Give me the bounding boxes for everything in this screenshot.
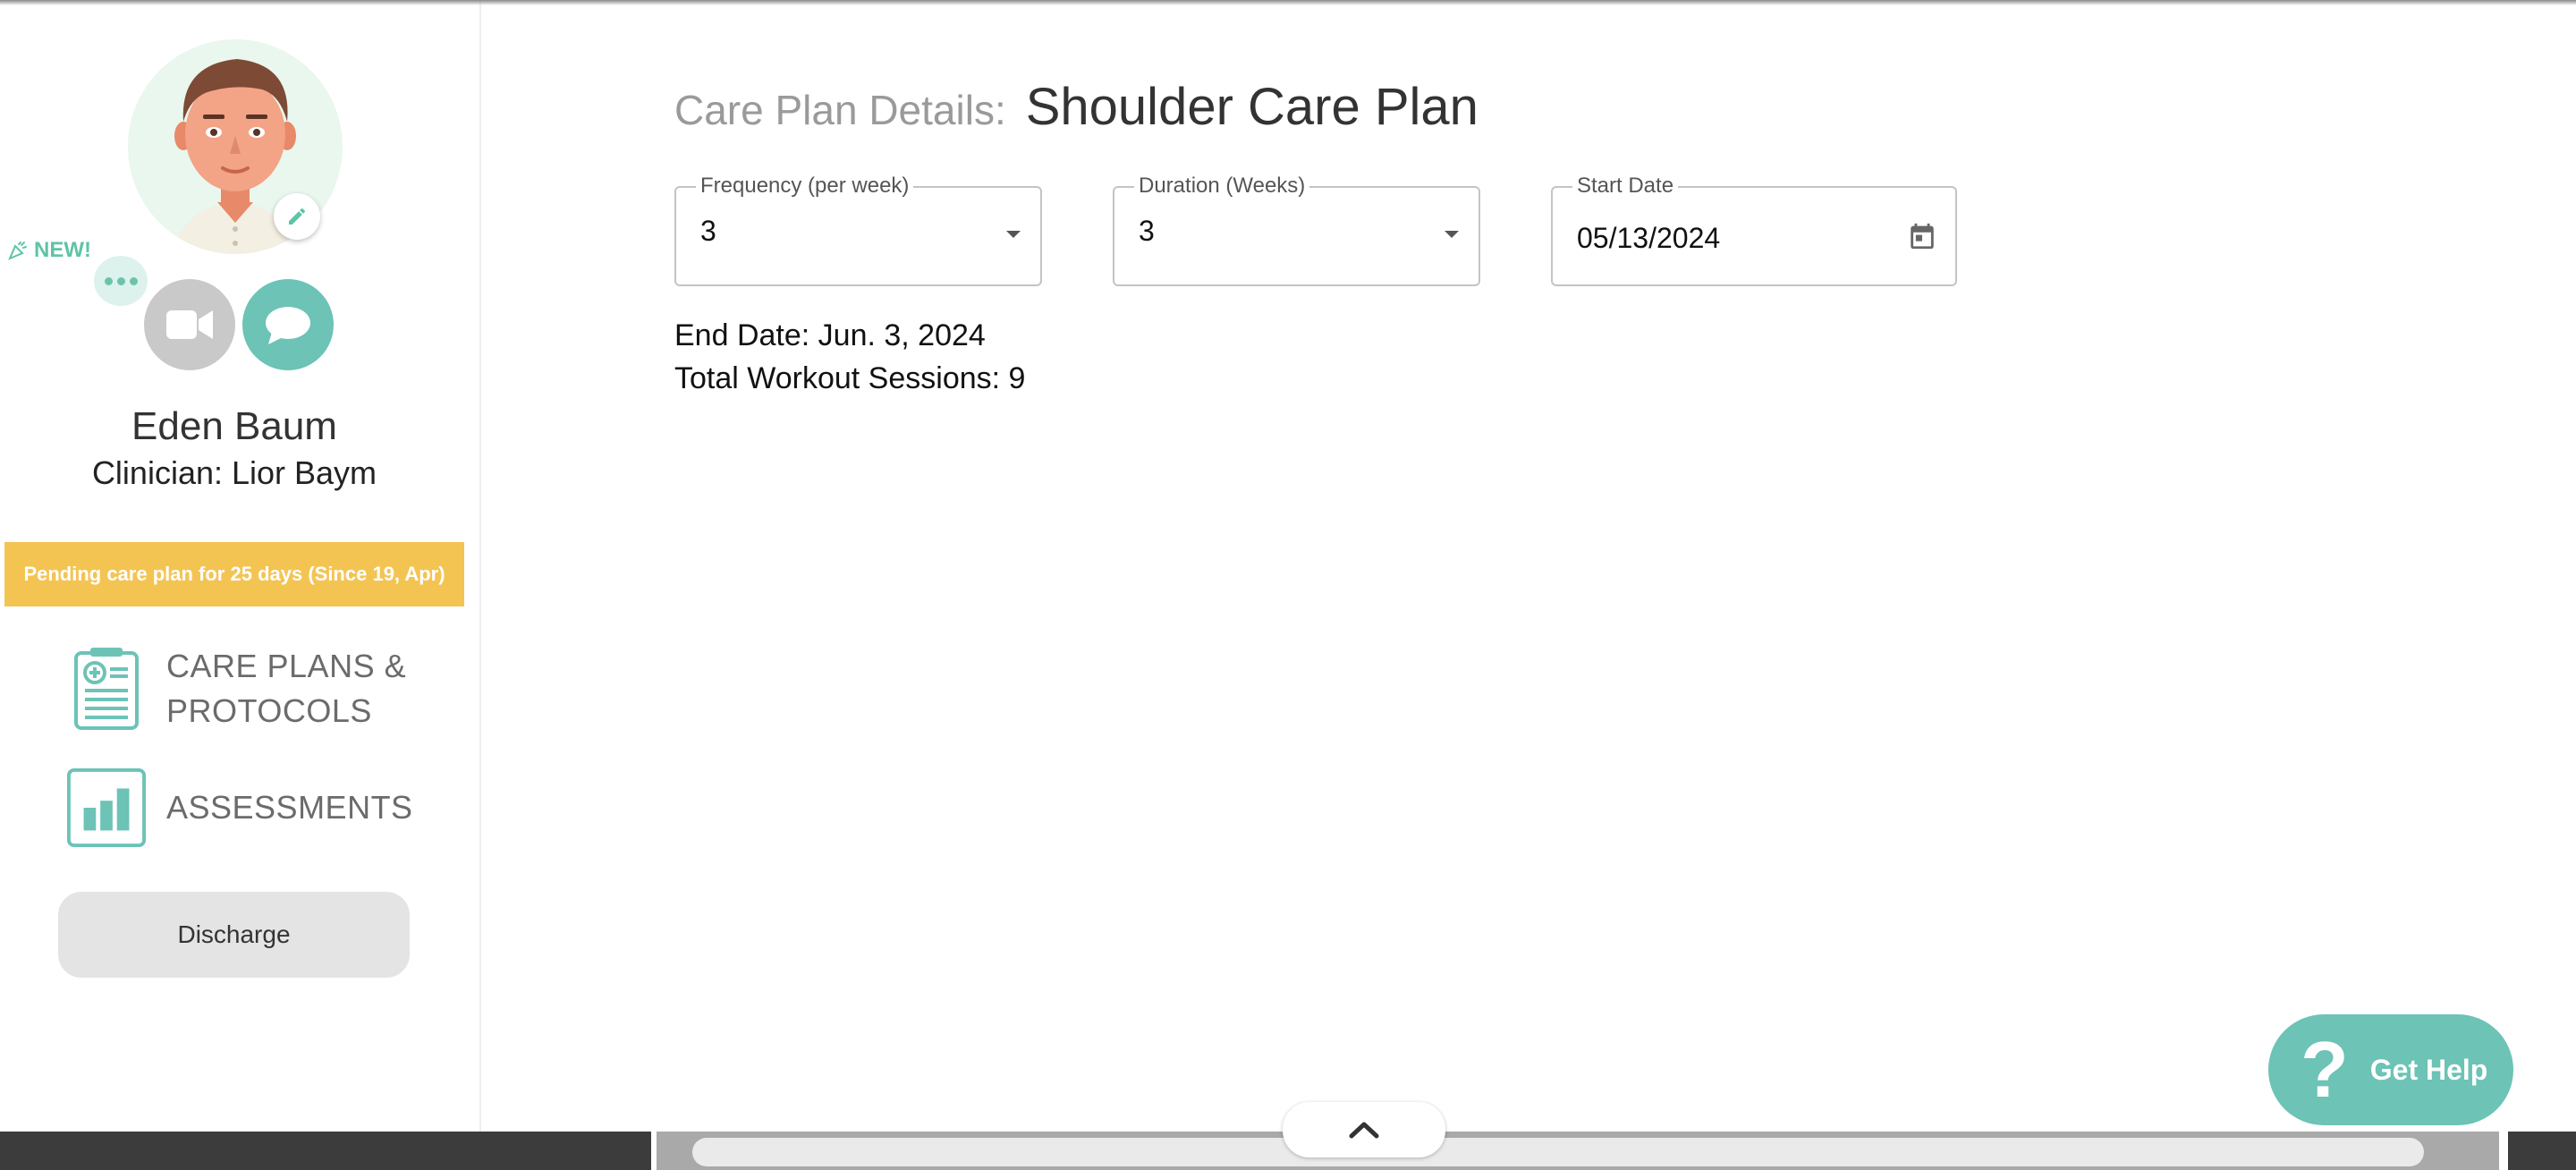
top-shadow — [0, 0, 2576, 5]
party-popper-icon — [8, 242, 27, 260]
scrollbar-thumb[interactable] — [692, 1138, 2424, 1166]
frequency-label: Frequency (per week) — [696, 174, 914, 199]
patient-name: Eden Baum — [131, 404, 337, 448]
get-help-button[interactable]: ? Get Help — [2268, 1014, 2513, 1125]
new-badge: NEW! — [7, 238, 91, 263]
clipboard-icon — [66, 648, 147, 730]
patient-sidebar: NEW! Eden Baum Clinician: Lior Baym Pend… — [0, 0, 481, 1132]
nav-care-plans-protocols[interactable]: CARE PLANS & PROTOCOLS — [66, 644, 406, 733]
avatar — [128, 39, 343, 254]
chat-button[interactable] — [242, 279, 334, 370]
edit-avatar-button[interactable] — [274, 193, 320, 240]
frequency-select[interactable]: Frequency (per week) 3 — [674, 174, 1042, 286]
care-plan-main: Care Plan Details: Shoulder Care Plan Fr… — [483, 0, 2576, 1132]
get-help-label: Get Help — [2369, 1053, 2488, 1086]
frequency-value: 3 — [700, 215, 716, 247]
expand-panel-button[interactable] — [1283, 1102, 1445, 1157]
chat-bubble-icon — [266, 307, 310, 344]
dot-icon — [104, 276, 113, 285]
discharge-button[interactable]: Discharge — [58, 892, 410, 978]
duration-select[interactable]: Duration (Weeks) 3 — [1113, 174, 1480, 286]
more-options-button[interactable] — [94, 256, 148, 306]
pending-care-plan-banner: Pending care plan for 25 days (Since 19,… — [4, 542, 464, 606]
dot-icon — [116, 276, 125, 285]
question-icon: ? — [2301, 1025, 2349, 1114]
dot-icon — [129, 276, 138, 285]
nav-care-plans-label-line1: CARE PLANS & — [166, 648, 407, 684]
care-plan-title: Shoulder Care Plan — [1025, 78, 1479, 136]
video-camera-icon — [166, 310, 213, 339]
page-title: Care Plan Details: Shoulder Care Plan — [674, 77, 1479, 137]
caret-down-icon — [1006, 231, 1021, 238]
start-date-label: Start Date — [1572, 174, 1679, 199]
bottom-edge — [2499, 1132, 2508, 1170]
new-badge-label: NEW! — [34, 238, 91, 262]
calendar-icon[interactable] — [1907, 220, 1937, 257]
nav-assessments[interactable]: ASSESSMENTS — [66, 767, 413, 848]
duration-label: Duration (Weeks) — [1134, 174, 1310, 199]
nav-assessments-label: ASSESSMENTS — [166, 789, 413, 826]
total-workout-sessions-text: Total Workout Sessions: 9 — [674, 361, 1026, 395]
pencil-icon — [289, 208, 306, 225]
video-call-button[interactable] — [144, 279, 235, 370]
end-date-text: End Date: Jun. 3, 2024 — [674, 318, 986, 352]
duration-value: 3 — [1139, 215, 1155, 247]
bar-chart-icon — [66, 767, 147, 848]
nav-care-plans-label-line2: PROTOCOLS — [166, 692, 372, 729]
page-title-prefix: Care Plan Details: — [674, 87, 1006, 133]
start-date-value: 05/13/2024 — [1577, 222, 1721, 254]
start-date-field[interactable]: Start Date 05/13/2024 — [1551, 174, 1957, 286]
clinician-name: Clinician: Lior Baym — [91, 454, 377, 491]
chevron-up-icon — [1349, 1122, 1379, 1139]
caret-down-icon — [1445, 231, 1459, 238]
